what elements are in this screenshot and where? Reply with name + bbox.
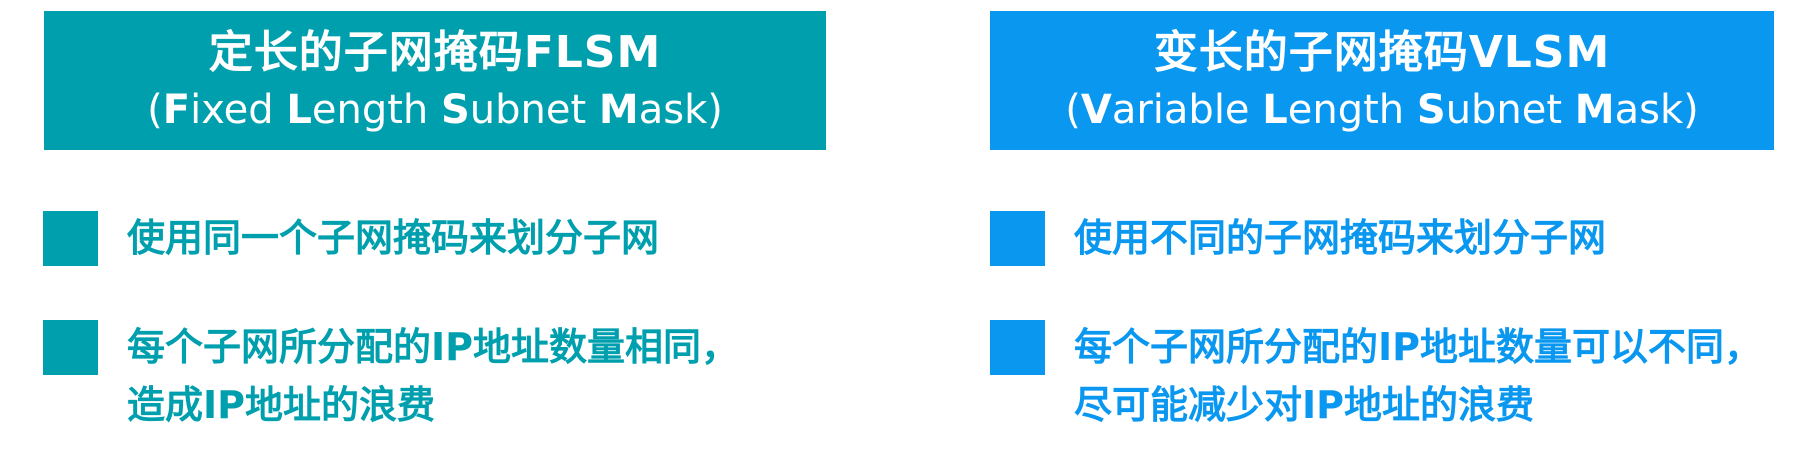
paren-open: ( [147, 86, 163, 133]
initial-letter: L [1262, 86, 1288, 133]
flsm-bullet-1-text: 使用同一个子网掩码来划分子网 [127, 216, 660, 260]
vlsm-bullet-2-text: 每个子网所分配的IP地址数量可以不同，尽可能减少对IP地址的浪费 [1074, 325, 1762, 427]
initial-letter: M [598, 86, 639, 133]
initial-letter: V [1080, 86, 1112, 133]
word-rest: ask [1614, 86, 1684, 133]
initial-letter: M [1574, 86, 1615, 133]
flsm-title: 定长的子网掩码FLSM [208, 26, 662, 78]
bullet-square-icon [43, 211, 98, 266]
vlsm-header: 变长的子网掩码VLSM (Variable Length Subnet Mask… [990, 11, 1774, 150]
paren-close: ) [1683, 86, 1699, 133]
paren-open: ( [1065, 86, 1081, 133]
bullet-square-icon [990, 211, 1045, 266]
flsm-bullet-1: 使用同一个子网掩码来划分子网 [43, 211, 767, 267]
vlsm-bullet-1-text: 使用不同的子网掩码来划分子网 [1074, 216, 1607, 260]
word-rest: ubnet [469, 86, 599, 133]
vlsm-bullet-2: 每个子网所分配的IP地址数量可以不同，尽可能减少对IP地址的浪费 [990, 320, 1794, 434]
initial-letter: S [440, 86, 470, 133]
word-rest: ask [638, 86, 708, 133]
flsm-bullet-2: 每个子网所分配的IP地址数量相同，造成IP地址的浪费 [43, 320, 767, 434]
bullet-square-icon [990, 320, 1045, 375]
bullet-square-icon [43, 320, 98, 375]
initial-letter: S [1416, 86, 1446, 133]
paren-close: ) [707, 86, 723, 133]
vlsm-subtitle: (Variable Length Subnet Mask) [1065, 83, 1698, 137]
initial-letter: L [286, 86, 312, 133]
word-rest: ength [1287, 86, 1417, 133]
word-rest: ixed [190, 86, 287, 133]
vlsm-bullet-1: 使用不同的子网掩码来划分子网 [990, 211, 1794, 267]
flsm-subtitle: (Fixed Length Subnet Mask) [147, 83, 723, 137]
vlsm-title: 变长的子网掩码VLSM [1153, 26, 1611, 78]
word-rest: ariable [1111, 86, 1263, 133]
initial-letter: F [162, 86, 191, 133]
word-rest: ubnet [1445, 86, 1575, 133]
flsm-header: 定长的子网掩码FLSM (Fixed Length Subnet Mask) [44, 11, 826, 150]
word-rest: ength [311, 86, 441, 133]
flsm-bullet-2-text: 每个子网所分配的IP地址数量相同，造成IP地址的浪费 [127, 325, 739, 427]
